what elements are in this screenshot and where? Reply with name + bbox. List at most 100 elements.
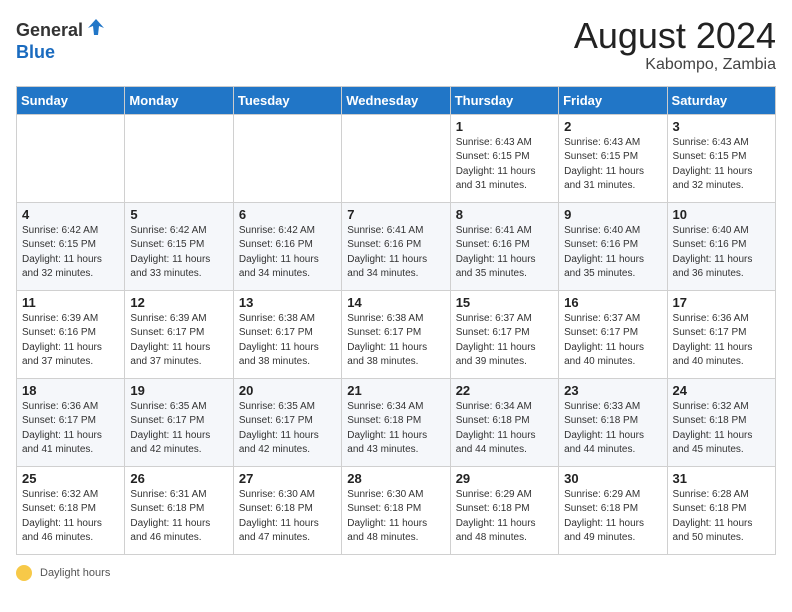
day-detail: Sunrise: 6:41 AM Sunset: 6:16 PM Dayligh… [456, 224, 553, 282]
day-number: 1 [456, 119, 553, 134]
day-number: 22 [456, 383, 553, 398]
calendar-cell: 26 Sunrise: 6:31 AM Sunset: 6:18 PM Dayli… [125, 466, 233, 554]
calendar-cell [233, 114, 341, 202]
day-detail: Sunrise: 6:43 AM Sunset: 6:15 PM Dayligh… [564, 136, 661, 194]
day-number: 24 [673, 383, 770, 398]
location-subtitle: Kabompo, Zambia [574, 56, 776, 74]
calendar-week-row: 11Sunrise: 6:39 AM Sunset: 6:16 PM Dayli… [17, 290, 776, 378]
calendar-table: SundayMondayTuesdayWednesdayThursdayFrid… [16, 86, 776, 555]
logo: General Blue [16, 16, 107, 63]
calendar-cell: 23 Sunrise: 6:33 AM Sunset: 6:18 PM Dayli… [559, 378, 667, 466]
calendar-cell: 15 Sunrise: 6:37 AM Sunset: 6:17 PM Dayli… [450, 290, 558, 378]
day-number: 17 [673, 295, 770, 310]
day-detail: Sunrise: 6:37 AM Sunset: 6:17 PM Dayligh… [456, 312, 553, 370]
day-detail: Sunrise: 6:37 AM Sunset: 6:17 PM Dayligh… [564, 312, 661, 370]
calendar-cell: 2 Sunrise: 6:43 AM Sunset: 6:15 PM Daylig… [559, 114, 667, 202]
calendar-week-row: 25Sunrise: 6:32 AM Sunset: 6:18 PM Dayli… [17, 466, 776, 554]
day-number: 2 [564, 119, 661, 134]
legend-sun-icon [16, 565, 32, 581]
day-number: 25 [22, 471, 119, 486]
day-detail: Sunrise: 6:39 AM Sunset: 6:16 PM Dayligh… [22, 312, 119, 370]
day-detail: Sunrise: 6:38 AM Sunset: 6:17 PM Dayligh… [347, 312, 444, 370]
day-detail: Sunrise: 6:43 AM Sunset: 6:15 PM Dayligh… [673, 136, 770, 194]
col-header-saturday: Saturday [667, 86, 775, 114]
day-number: 21 [347, 383, 444, 398]
day-number: 23 [564, 383, 661, 398]
day-detail: Sunrise: 6:40 AM Sunset: 6:16 PM Dayligh… [564, 224, 661, 282]
col-header-thursday: Thursday [450, 86, 558, 114]
day-detail: Sunrise: 6:42 AM Sunset: 6:15 PM Dayligh… [22, 224, 119, 282]
calendar-cell [342, 114, 450, 202]
day-detail: Sunrise: 6:35 AM Sunset: 6:17 PM Dayligh… [239, 400, 336, 458]
calendar-week-row: 18Sunrise: 6:36 AM Sunset: 6:17 PM Dayli… [17, 378, 776, 466]
day-detail: Sunrise: 6:30 AM Sunset: 6:18 PM Dayligh… [347, 488, 444, 546]
calendar-cell [17, 114, 125, 202]
day-detail: Sunrise: 6:38 AM Sunset: 6:17 PM Dayligh… [239, 312, 336, 370]
month-year-title: August 2024 [574, 16, 776, 56]
day-number: 16 [564, 295, 661, 310]
day-detail: Sunrise: 6:34 AM Sunset: 6:18 PM Dayligh… [347, 400, 444, 458]
col-header-friday: Friday [559, 86, 667, 114]
day-detail: Sunrise: 6:29 AM Sunset: 6:18 PM Dayligh… [456, 488, 553, 546]
calendar-cell: 24 Sunrise: 6:32 AM Sunset: 6:18 PM Dayli… [667, 378, 775, 466]
calendar-cell: 19 Sunrise: 6:35 AM Sunset: 6:17 PM Dayli… [125, 378, 233, 466]
calendar-cell: 27 Sunrise: 6:30 AM Sunset: 6:18 PM Dayli… [233, 466, 341, 554]
calendar-cell: 28 Sunrise: 6:30 AM Sunset: 6:18 PM Dayli… [342, 466, 450, 554]
day-number: 18 [22, 383, 119, 398]
day-detail: Sunrise: 6:35 AM Sunset: 6:17 PM Dayligh… [130, 400, 227, 458]
day-detail: Sunrise: 6:30 AM Sunset: 6:18 PM Dayligh… [239, 488, 336, 546]
col-header-monday: Monday [125, 86, 233, 114]
calendar-cell: 7 Sunrise: 6:41 AM Sunset: 6:16 PM Daylig… [342, 202, 450, 290]
day-detail: Sunrise: 6:40 AM Sunset: 6:16 PM Dayligh… [673, 224, 770, 282]
footer-legend: Daylight hours [16, 565, 776, 581]
day-number: 26 [130, 471, 227, 486]
day-number: 28 [347, 471, 444, 486]
logo-blue: Blue [16, 42, 55, 62]
calendar-cell: 31 Sunrise: 6:28 AM Sunset: 6:18 PM Dayli… [667, 466, 775, 554]
day-number: 7 [347, 207, 444, 222]
day-number: 15 [456, 295, 553, 310]
day-detail: Sunrise: 6:42 AM Sunset: 6:16 PM Dayligh… [239, 224, 336, 282]
calendar-cell: 6Sunrise: 6:42 AM Sunset: 6:16 PM Daylig… [233, 202, 341, 290]
calendar-cell: 4 Sunrise: 6:42 AM Sunset: 6:15 PM Daylig… [17, 202, 125, 290]
calendar-cell: 21 Sunrise: 6:34 AM Sunset: 6:18 PM Dayli… [342, 378, 450, 466]
day-number: 19 [130, 383, 227, 398]
logo-bird-icon [85, 16, 107, 43]
calendar-week-row: 4 Sunrise: 6:42 AM Sunset: 6:15 PM Daylig… [17, 202, 776, 290]
day-detail: Sunrise: 6:29 AM Sunset: 6:18 PM Dayligh… [564, 488, 661, 546]
calendar-cell: 12Sunrise: 6:39 AM Sunset: 6:17 PM Dayli… [125, 290, 233, 378]
calendar-cell: 10 Sunrise: 6:40 AM Sunset: 6:16 PM Dayli… [667, 202, 775, 290]
calendar-cell [125, 114, 233, 202]
calendar-cell: 3 Sunrise: 6:43 AM Sunset: 6:15 PM Daylig… [667, 114, 775, 202]
calendar-week-row: 1 Sunrise: 6:43 AM Sunset: 6:15 PM Daylig… [17, 114, 776, 202]
day-number: 13 [239, 295, 336, 310]
calendar-cell: 14Sunrise: 6:38 AM Sunset: 6:17 PM Dayli… [342, 290, 450, 378]
day-number: 5 [130, 207, 227, 222]
day-number: 10 [673, 207, 770, 222]
calendar-cell: 1Sunrise: 6:43 AM Sunset: 6:15 PM Daylig… [450, 114, 558, 202]
day-detail: Sunrise: 6:31 AM Sunset: 6:18 PM Dayligh… [130, 488, 227, 546]
calendar-cell: 20Sunrise: 6:35 AM Sunset: 6:17 PM Dayli… [233, 378, 341, 466]
day-number: 3 [673, 119, 770, 134]
calendar-cell: 22Sunrise: 6:34 AM Sunset: 6:18 PM Dayli… [450, 378, 558, 466]
day-detail: Sunrise: 6:33 AM Sunset: 6:18 PM Dayligh… [564, 400, 661, 458]
calendar-cell: 9 Sunrise: 6:40 AM Sunset: 6:16 PM Daylig… [559, 202, 667, 290]
col-header-tuesday: Tuesday [233, 86, 341, 114]
day-number: 4 [22, 207, 119, 222]
header: General Blue August 2024 Kabompo, Zambia [16, 16, 776, 74]
logo-general: General [16, 21, 83, 39]
day-number: 29 [456, 471, 553, 486]
day-number: 27 [239, 471, 336, 486]
day-number: 31 [673, 471, 770, 486]
calendar-cell: 25Sunrise: 6:32 AM Sunset: 6:18 PM Dayli… [17, 466, 125, 554]
col-header-sunday: Sunday [17, 86, 125, 114]
day-detail: Sunrise: 6:32 AM Sunset: 6:18 PM Dayligh… [673, 400, 770, 458]
calendar-cell: 30Sunrise: 6:29 AM Sunset: 6:18 PM Dayli… [559, 466, 667, 554]
calendar-cell: 13 Sunrise: 6:38 AM Sunset: 6:17 PM Dayli… [233, 290, 341, 378]
col-header-wednesday: Wednesday [342, 86, 450, 114]
day-detail: Sunrise: 6:28 AM Sunset: 6:18 PM Dayligh… [673, 488, 770, 546]
day-number: 9 [564, 207, 661, 222]
calendar-cell: 5Sunrise: 6:42 AM Sunset: 6:15 PM Daylig… [125, 202, 233, 290]
title-block: August 2024 Kabompo, Zambia [574, 16, 776, 74]
day-detail: Sunrise: 6:41 AM Sunset: 6:16 PM Dayligh… [347, 224, 444, 282]
